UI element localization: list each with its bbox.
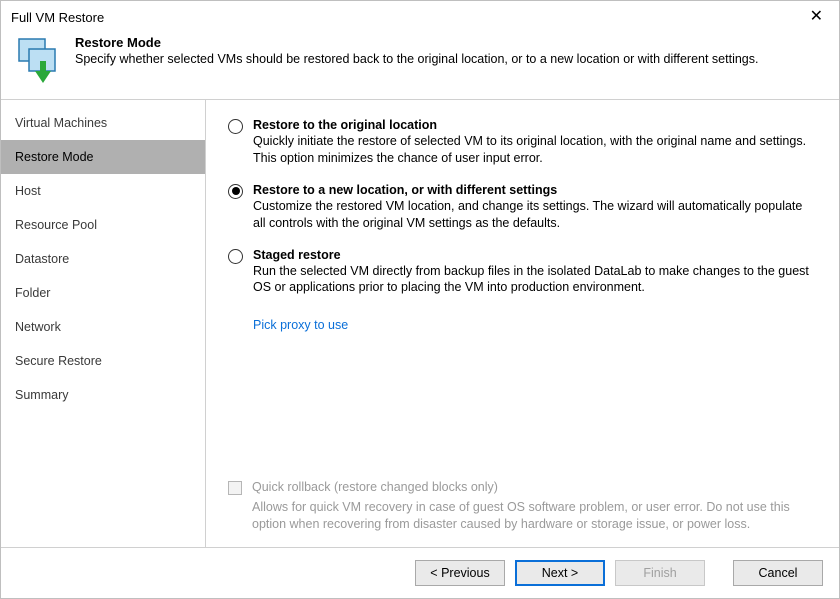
finish-button: Finish [615,560,705,586]
option-staged-restore[interactable]: Staged restore Run the selected VM direc… [228,248,817,297]
header-text: Restore Mode Specify whether selected VM… [75,35,825,66]
next-button[interactable]: Next > [515,560,605,586]
dialog-window: Full VM Restore ✕ Restore Mode Specify w… [0,0,840,599]
wizard-steps: Virtual Machines Restore Mode Host Resou… [1,100,206,547]
step-restore-mode[interactable]: Restore Mode [1,140,205,174]
pick-proxy-link[interactable]: Pick proxy to use [253,318,817,332]
previous-button[interactable]: < Previous [415,560,505,586]
step-summary[interactable]: Summary [1,378,205,412]
step-secure-restore[interactable]: Secure Restore [1,344,205,378]
option-original-title: Restore to the original location [253,118,817,132]
close-icon[interactable]: ✕ [804,7,829,27]
step-resource-pool[interactable]: Resource Pool [1,208,205,242]
radio-new-location[interactable] [228,184,243,199]
radio-staged-restore[interactable] [228,249,243,264]
option-staged-title: Staged restore [253,248,817,262]
window-title: Full VM Restore [11,10,104,25]
radio-original-location[interactable] [228,119,243,134]
option-original-location[interactable]: Restore to the original location Quickly… [228,118,817,167]
option-new-title: Restore to a new location, or with diffe… [253,183,817,197]
step-datastore[interactable]: Datastore [1,242,205,276]
page-header: Restore Mode Specify whether selected VM… [1,31,839,100]
quick-rollback-row: Quick rollback (restore changed blocks o… [228,480,817,495]
restore-vm-icon [15,37,63,85]
titlebar: Full VM Restore ✕ [1,1,839,31]
step-host[interactable]: Host [1,174,205,208]
content-pane: Restore to the original location Quickly… [206,100,839,547]
footer: < Previous Next > Finish Cancel [1,547,839,598]
step-network[interactable]: Network [1,310,205,344]
quick-rollback-checkbox [228,481,242,495]
option-new-location[interactable]: Restore to a new location, or with diffe… [228,183,817,232]
quick-rollback-desc: Allows for quick VM recovery in case of … [252,499,817,533]
step-folder[interactable]: Folder [1,276,205,310]
option-new-desc: Customize the restored VM location, and … [253,198,817,232]
body: Virtual Machines Restore Mode Host Resou… [1,100,839,547]
cancel-button[interactable]: Cancel [733,560,823,586]
option-staged-desc: Run the selected VM directly from backup… [253,263,817,297]
step-virtual-machines[interactable]: Virtual Machines [1,106,205,140]
option-original-desc: Quickly initiate the restore of selected… [253,133,817,167]
page-subtitle: Specify whether selected VMs should be r… [75,52,825,66]
page-title: Restore Mode [75,35,825,50]
quick-rollback-label: Quick rollback (restore changed blocks o… [252,480,498,494]
